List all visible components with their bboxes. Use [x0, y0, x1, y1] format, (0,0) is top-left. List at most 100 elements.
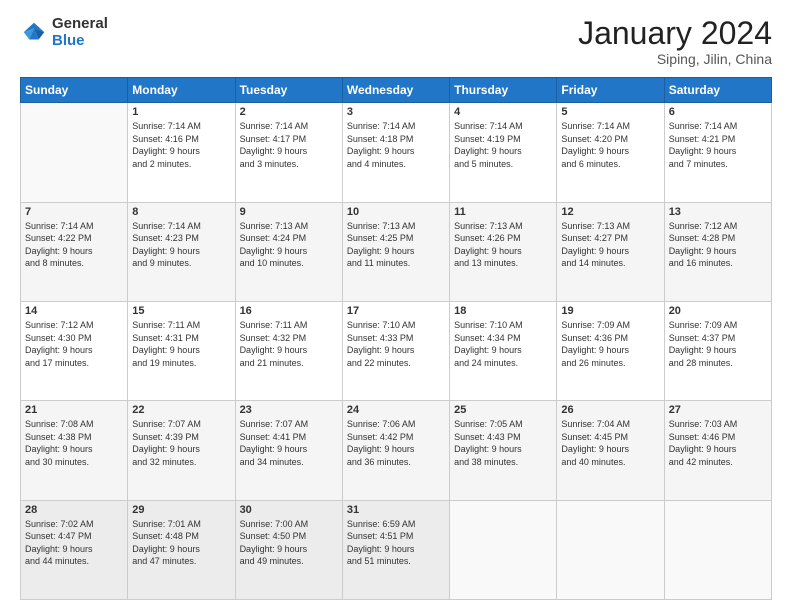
col-header-thursday: Thursday — [450, 78, 557, 103]
day-number: 22 — [132, 404, 230, 416]
day-number: 7 — [25, 206, 123, 218]
logo-text: General Blue — [52, 16, 108, 49]
day-number: 1 — [132, 106, 230, 118]
day-number: 9 — [240, 206, 338, 218]
day-info: Sunrise: 7:02 AM Sunset: 4:47 PM Dayligh… — [25, 518, 123, 568]
day-number: 12 — [561, 206, 659, 218]
day-info: Sunrise: 7:07 AM Sunset: 4:39 PM Dayligh… — [132, 418, 230, 468]
calendar-cell: 25 Sunrise: 7:05 AM Sunset: 4:43 PM Dayli… — [450, 401, 557, 500]
calendar-week-2: 7 Sunrise: 7:14 AM Sunset: 4:22 PM Daylig… — [21, 202, 772, 301]
header: General Blue January 2024 Siping, Jilin,… — [20, 16, 772, 67]
col-header-monday: Monday — [128, 78, 235, 103]
day-info: Sunrise: 7:14 AM Sunset: 4:19 PM Dayligh… — [454, 120, 552, 170]
calendar-cell: 28Sunrise: 7:02 AM Sunset: 4:47 PM Dayli… — [21, 500, 128, 599]
calendar-cell: 5Sunrise: 7:14 AM Sunset: 4:20 PM Daylig… — [557, 103, 664, 202]
day-info: Sunrise: 7:11 AM Sunset: 4:31 PM Dayligh… — [132, 319, 230, 369]
day-number: 5 — [561, 106, 659, 118]
day-info: Sunrise: 7:01 AM Sunset: 4:48 PM Dayligh… — [132, 518, 230, 568]
calendar-cell: 18 Sunrise: 7:10 AM Sunset: 4:34 PM Dayli… — [450, 301, 557, 400]
day-info: Sunrise: 7:13 AM Sunset: 4:27 PM Dayligh… — [561, 220, 659, 270]
day-number: 31 — [347, 504, 445, 516]
title-section: January 2024 Siping, Jilin, China — [578, 16, 772, 67]
day-info: Sunrise: 7:14 AM Sunset: 4:23 PM Dayligh… — [132, 220, 230, 270]
calendar-cell: 30 Sunrise: 7:00 AM Sunset: 4:50 PM Dayli… — [235, 500, 342, 599]
calendar-cell: 3 Sunrise: 7:14 AM Sunset: 4:18 PM Daylig… — [342, 103, 449, 202]
day-info: Sunrise: 7:03 AM Sunset: 4:46 PM Dayligh… — [669, 418, 767, 468]
day-number: 27 — [669, 404, 767, 416]
calendar-cell: 14Sunrise: 7:12 AM Sunset: 4:30 PM Dayli… — [21, 301, 128, 400]
day-info: Sunrise: 7:04 AM Sunset: 4:45 PM Dayligh… — [561, 418, 659, 468]
day-number: 17 — [347, 305, 445, 317]
day-info: Sunrise: 7:14 AM Sunset: 4:22 PM Dayligh… — [25, 220, 123, 270]
logo-general: General — [52, 16, 108, 33]
calendar-cell: 6 Sunrise: 7:14 AM Sunset: 4:21 PM Daylig… — [664, 103, 771, 202]
calendar-cell: 2 Sunrise: 7:14 AM Sunset: 4:17 PM Daylig… — [235, 103, 342, 202]
calendar-cell: 13 Sunrise: 7:12 AM Sunset: 4:28 PM Dayli… — [664, 202, 771, 301]
day-number: 6 — [669, 106, 767, 118]
day-info: Sunrise: 7:08 AM Sunset: 4:38 PM Dayligh… — [25, 418, 123, 468]
day-number: 16 — [240, 305, 338, 317]
day-info: Sunrise: 6:59 AM Sunset: 4:51 PM Dayligh… — [347, 518, 445, 568]
calendar-cell: 21Sunrise: 7:08 AM Sunset: 4:38 PM Dayli… — [21, 401, 128, 500]
calendar-cell: 31 Sunrise: 6:59 AM Sunset: 4:51 PM Dayli… — [342, 500, 449, 599]
day-number: 23 — [240, 404, 338, 416]
day-info: Sunrise: 7:00 AM Sunset: 4:50 PM Dayligh… — [240, 518, 338, 568]
day-number: 26 — [561, 404, 659, 416]
day-number: 11 — [454, 206, 552, 218]
day-info: Sunrise: 7:12 AM Sunset: 4:30 PM Dayligh… — [25, 319, 123, 369]
day-info: Sunrise: 7:10 AM Sunset: 4:34 PM Dayligh… — [454, 319, 552, 369]
calendar-cell: 19 Sunrise: 7:09 AM Sunset: 4:36 PM Dayli… — [557, 301, 664, 400]
calendar-cell — [450, 500, 557, 599]
calendar-cell: 1 Sunrise: 7:14 AM Sunset: 4:16 PM Daylig… — [128, 103, 235, 202]
logo-icon — [20, 19, 48, 47]
col-header-wednesday: Wednesday — [342, 78, 449, 103]
month-title: January 2024 — [578, 16, 772, 51]
calendar-cell: 24 Sunrise: 7:06 AM Sunset: 4:42 PM Dayli… — [342, 401, 449, 500]
day-number: 13 — [669, 206, 767, 218]
day-info: Sunrise: 7:07 AM Sunset: 4:41 PM Dayligh… — [240, 418, 338, 468]
day-number: 3 — [347, 106, 445, 118]
calendar-week-4: 21Sunrise: 7:08 AM Sunset: 4:38 PM Dayli… — [21, 401, 772, 500]
day-info: Sunrise: 7:13 AM Sunset: 4:24 PM Dayligh… — [240, 220, 338, 270]
day-number: 29 — [132, 504, 230, 516]
day-number: 2 — [240, 106, 338, 118]
calendar-table: SundayMondayTuesdayWednesdayThursdayFrid… — [20, 77, 772, 600]
day-number: 18 — [454, 305, 552, 317]
day-number: 30 — [240, 504, 338, 516]
calendar-cell: 20 Sunrise: 7:09 AM Sunset: 4:37 PM Dayli… — [664, 301, 771, 400]
calendar-cell: 4 Sunrise: 7:14 AM Sunset: 4:19 PM Daylig… — [450, 103, 557, 202]
day-number: 8 — [132, 206, 230, 218]
calendar-cell: 12 Sunrise: 7:13 AM Sunset: 4:27 PM Dayli… — [557, 202, 664, 301]
day-info: Sunrise: 7:12 AM Sunset: 4:28 PM Dayligh… — [669, 220, 767, 270]
day-number: 4 — [454, 106, 552, 118]
day-number: 24 — [347, 404, 445, 416]
calendar-cell: 26 Sunrise: 7:04 AM Sunset: 4:45 PM Dayli… — [557, 401, 664, 500]
calendar-cell: 16 Sunrise: 7:11 AM Sunset: 4:32 PM Dayli… — [235, 301, 342, 400]
day-number: 19 — [561, 305, 659, 317]
day-info: Sunrise: 7:09 AM Sunset: 4:37 PM Dayligh… — [669, 319, 767, 369]
calendar-cell: 8 Sunrise: 7:14 AM Sunset: 4:23 PM Daylig… — [128, 202, 235, 301]
page: General Blue January 2024 Siping, Jilin,… — [0, 0, 792, 612]
col-header-tuesday: Tuesday — [235, 78, 342, 103]
calendar-cell — [664, 500, 771, 599]
day-info: Sunrise: 7:14 AM Sunset: 4:17 PM Dayligh… — [240, 120, 338, 170]
day-info: Sunrise: 7:11 AM Sunset: 4:32 PM Dayligh… — [240, 319, 338, 369]
day-info: Sunrise: 7:14 AM Sunset: 4:21 PM Dayligh… — [669, 120, 767, 170]
day-info: Sunrise: 7:14 AM Sunset: 4:18 PM Dayligh… — [347, 120, 445, 170]
day-info: Sunrise: 7:14 AM Sunset: 4:16 PM Dayligh… — [132, 120, 230, 170]
calendar-cell: 17 Sunrise: 7:10 AM Sunset: 4:33 PM Dayli… — [342, 301, 449, 400]
calendar-cell: 22 Sunrise: 7:07 AM Sunset: 4:39 PM Dayli… — [128, 401, 235, 500]
calendar-cell: 11 Sunrise: 7:13 AM Sunset: 4:26 PM Dayli… — [450, 202, 557, 301]
day-info: Sunrise: 7:05 AM Sunset: 4:43 PM Dayligh… — [454, 418, 552, 468]
day-number: 25 — [454, 404, 552, 416]
day-info: Sunrise: 7:10 AM Sunset: 4:33 PM Dayligh… — [347, 319, 445, 369]
day-info: Sunrise: 7:06 AM Sunset: 4:42 PM Dayligh… — [347, 418, 445, 468]
day-info: Sunrise: 7:13 AM Sunset: 4:26 PM Dayligh… — [454, 220, 552, 270]
calendar-cell: 27 Sunrise: 7:03 AM Sunset: 4:46 PM Dayli… — [664, 401, 771, 500]
location-subtitle: Siping, Jilin, China — [578, 51, 772, 67]
day-number: 20 — [669, 305, 767, 317]
calendar-week-5: 28Sunrise: 7:02 AM Sunset: 4:47 PM Dayli… — [21, 500, 772, 599]
calendar-cell — [557, 500, 664, 599]
calendar-cell — [21, 103, 128, 202]
day-info: Sunrise: 7:09 AM Sunset: 4:36 PM Dayligh… — [561, 319, 659, 369]
